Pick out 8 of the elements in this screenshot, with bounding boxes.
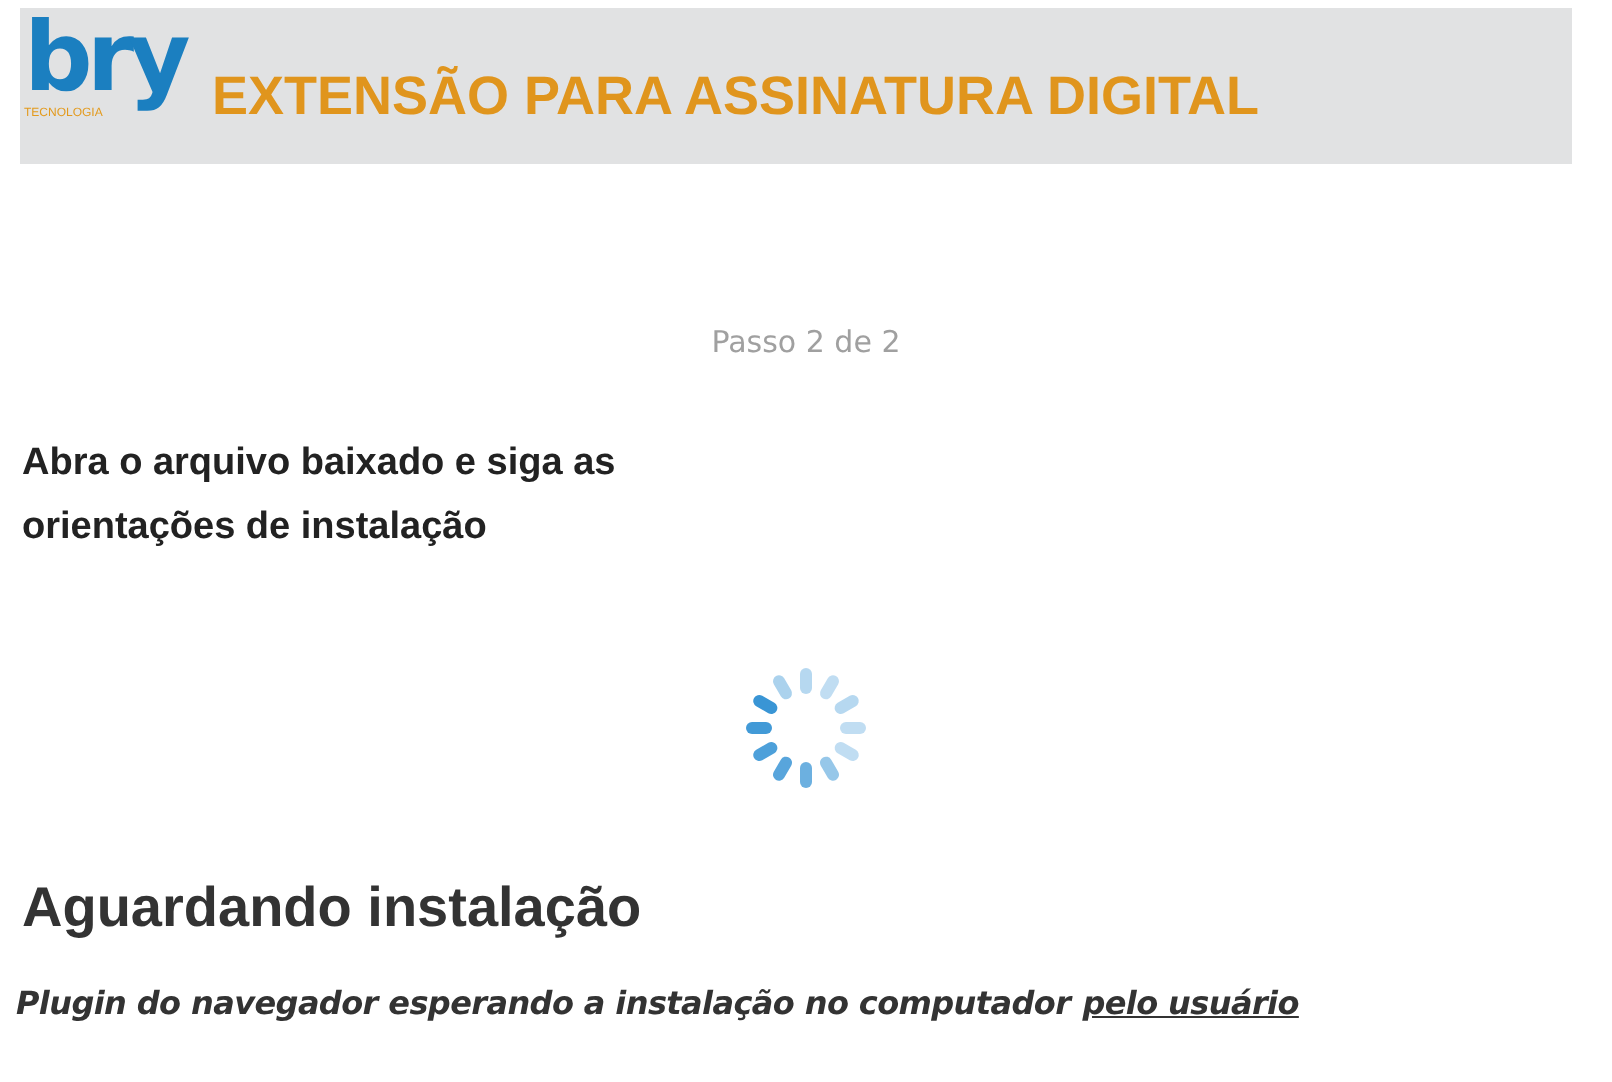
page-title: EXTENSÃO PARA ASSINATURA DIGITAL	[212, 65, 1260, 127]
instruction-text: Abra o arquivo baixado e siga as orientações de instalação	[22, 440, 618, 552]
status-emphasis: pelo usuário	[1082, 984, 1299, 1022]
loading-spinner-icon	[742, 664, 870, 792]
step-indicator: Passo 2 de 2	[711, 324, 901, 360]
logo-wordmark: bry	[24, 10, 185, 106]
status-title: Aguardando instalação	[22, 876, 644, 940]
status-message: Plugin do navegador esperando a instalação no computador	[16, 984, 1071, 1022]
